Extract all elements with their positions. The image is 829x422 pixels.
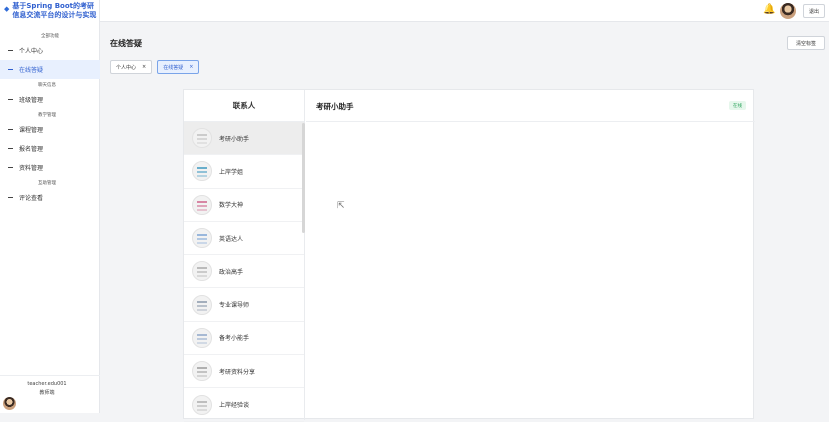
contact-name: 英语达人 xyxy=(219,235,244,243)
tab[interactable]: 在线答疑 × xyxy=(157,60,200,74)
dash-icon xyxy=(8,129,13,130)
sidebar-item[interactable]: 个人中心 xyxy=(0,41,100,60)
brand-logo-icon: ◆ xyxy=(4,5,10,13)
close-icon[interactable]: × xyxy=(142,64,146,70)
sidebar: ◆ 基于Spring Boot的考研信息交流平台的设计与实现 全部功能个人中心在… xyxy=(0,0,100,413)
contact-name: 数学大神 xyxy=(219,202,244,210)
contact-avatar-icon xyxy=(192,327,212,348)
sidebar-item-label: 评论查看 xyxy=(19,195,44,202)
tab-bar: 个人中心 × 在线答疑 × xyxy=(110,60,200,74)
contact-avatar-icon xyxy=(192,194,212,215)
contact-name: 政治高手 xyxy=(219,268,244,276)
contact-name: 备考小能手 xyxy=(219,335,250,343)
contact-item[interactable]: 备考小能手 xyxy=(184,322,304,356)
tab-label: 在线答疑 xyxy=(163,64,184,71)
sidebar-item[interactable]: 课程管理 xyxy=(0,120,100,139)
chat-panel: 联系人 考研小助手上岸学姐数学大神英语达人政治高手专业课导师备考小能手考研资料分… xyxy=(183,89,755,422)
contact-item[interactable]: 考研资料分享 xyxy=(184,355,304,389)
brand: ◆ 基于Spring Boot的考研信息交流平台的设计与实现 xyxy=(4,2,98,20)
sidebar-item[interactable]: 全部功能 xyxy=(0,30,100,41)
tab-label: 个人中心 xyxy=(116,64,137,71)
dash-icon xyxy=(8,167,13,168)
conversation-header: 考研小助手 在线 xyxy=(306,90,755,122)
contact-avatar-icon xyxy=(192,294,212,315)
dash-icon xyxy=(8,148,13,149)
sidebar-item[interactable]: 资料管理 xyxy=(0,158,100,177)
sidebar-item[interactable]: 评论查看 xyxy=(0,188,100,207)
sidebar-item-label: 班级管理 xyxy=(19,97,44,104)
sidebar-item-label: 个人中心 xyxy=(19,48,44,55)
close-icon[interactable]: × xyxy=(189,64,193,70)
contacts-scrollbar[interactable] xyxy=(302,123,305,233)
dash-icon xyxy=(8,69,13,70)
tab[interactable]: 个人中心 × xyxy=(110,60,153,74)
page-title: 在线答疑 xyxy=(110,39,142,48)
bell-icon[interactable]: 🔔 xyxy=(763,4,775,15)
contact-item[interactable]: 上岸经验谈 xyxy=(184,388,304,422)
contact-item[interactable]: 英语达人 xyxy=(184,222,304,256)
contact-avatar-icon xyxy=(192,161,212,182)
sidebar-item[interactable]: 报名管理 xyxy=(0,139,100,158)
contact-avatar-icon xyxy=(192,261,212,282)
sidebar-item-label: 教学管理 xyxy=(38,112,56,118)
status-badge: 在线 xyxy=(729,101,746,110)
contact-item[interactable]: 上岸学姐 xyxy=(184,155,304,189)
dash-icon xyxy=(8,197,13,198)
dash-icon xyxy=(8,50,13,51)
contact-avatar-icon xyxy=(192,361,212,382)
contact-item[interactable]: 数学大神 xyxy=(184,189,304,222)
sidebar-menu: 全部功能个人中心在线答疑聊天信息班级管理教学管理课程管理报名管理资料管理互助管理… xyxy=(0,30,100,207)
sidebar-item-label: 报名管理 xyxy=(19,146,44,153)
contact-name: 考研资料分享 xyxy=(219,368,256,376)
contacts-header: 联系人 xyxy=(184,90,304,122)
contact-item[interactable]: 专业课导师 xyxy=(184,288,304,322)
contact-avatar-icon xyxy=(192,128,212,149)
sidebar-item-label: 互助管理 xyxy=(38,180,56,186)
sidebar-item-label: 聊天信息 xyxy=(38,82,56,88)
contact-avatar-icon xyxy=(192,228,212,249)
app-title: 基于Spring Boot的考研信息交流平台的设计与实现 xyxy=(12,2,97,19)
logout-button[interactable]: 退出 xyxy=(803,4,825,18)
conversation-title: 考研小助手 xyxy=(316,102,354,111)
sidebar-item[interactable]: 聊天信息 xyxy=(0,79,100,90)
sidebar-item[interactable]: 互助管理 xyxy=(0,177,100,188)
dash-icon xyxy=(8,99,13,100)
sidebar-item[interactable]: 在线答疑 xyxy=(0,60,100,79)
sidebar-item[interactable]: 班级管理 xyxy=(0,90,100,109)
avatar[interactable] xyxy=(780,3,796,19)
avatar[interactable] xyxy=(3,397,16,410)
contact-item[interactable]: 政治高手 xyxy=(184,255,304,289)
sidebar-item-label: 资料管理 xyxy=(19,165,44,172)
contact-name: 上岸学姐 xyxy=(219,168,244,176)
contact-name: 专业课导师 xyxy=(219,302,250,310)
mouse-cursor-icon: ⇱ xyxy=(337,201,345,211)
sidebar-item-label: 全部功能 xyxy=(41,33,59,39)
contact-name: 考研小助手 xyxy=(219,135,250,143)
user-role: 教师端 xyxy=(39,390,55,396)
sidebar-item-label: 课程管理 xyxy=(19,127,44,134)
contact-avatar-icon xyxy=(192,394,212,415)
sidebar-item[interactable]: 教学管理 xyxy=(0,109,100,120)
user-name: teacher.edu001 xyxy=(27,381,67,387)
top-bar: 🔔 退出 xyxy=(100,0,829,22)
clear-tabs-button[interactable]: 清空标签 xyxy=(787,36,825,50)
contact-item[interactable]: 考研小助手 xyxy=(184,122,304,156)
sidebar-item-label: 在线答疑 xyxy=(19,67,44,74)
contacts-list: 联系人 考研小助手上岸学姐数学大神英语达人政治高手专业课导师备考小能手考研资料分… xyxy=(184,90,305,422)
sidebar-user: teacher.edu001 教师端 xyxy=(0,375,100,413)
contact-name: 上岸经验谈 xyxy=(219,402,250,410)
